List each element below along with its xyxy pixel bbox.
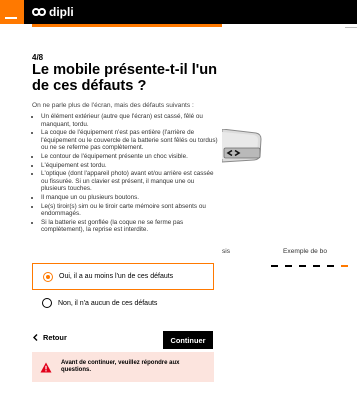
defects-list: Un élément extérieur (autre que l'écran)… bbox=[32, 113, 218, 235]
carousel-caption-next: Exemple de bo bbox=[283, 248, 327, 255]
top-bar: dipli bbox=[0, 0, 357, 24]
warning-icon bbox=[40, 362, 52, 372]
orange-logo[interactable] bbox=[0, 0, 24, 24]
list-item: La coque de l'équipement n'est pas entiè… bbox=[41, 129, 218, 152]
progress-bar bbox=[32, 24, 222, 27]
list-item: Si la batterie est gonflée (la coque ne … bbox=[41, 219, 218, 234]
question-intro: On ne parle plus de l'écran, mais des dé… bbox=[32, 102, 194, 109]
back-button-label: Retour bbox=[43, 333, 67, 342]
carousel-dot[interactable] bbox=[313, 265, 320, 267]
page-title: Le mobile présente-t-il l'un de ces défa… bbox=[32, 62, 218, 94]
alert-message: Avant de continuer, veuillez répondre au… bbox=[61, 360, 180, 373]
device-image bbox=[222, 129, 262, 163]
carousel-border bbox=[345, 27, 357, 28]
option-no-label: Non, il n'a aucun de ces défauts bbox=[58, 299, 158, 307]
dipli-logo[interactable]: dipli bbox=[32, 4, 74, 20]
option-no[interactable]: Non, il n'a aucun de ces défauts bbox=[32, 290, 214, 316]
continue-button[interactable]: Continuer bbox=[163, 331, 213, 349]
carousel-dot[interactable] bbox=[285, 265, 292, 267]
dipli-logo-icon bbox=[32, 8, 46, 16]
list-item: Le(s) tiroir(s) sim ou le tiroir carte m… bbox=[41, 203, 218, 218]
step-counter: 4/8 bbox=[32, 53, 44, 62]
carousel-dot-active[interactable] bbox=[341, 265, 348, 267]
carousel-pagination bbox=[271, 265, 348, 267]
list-item: Il manque un ou plusieurs boutons. bbox=[41, 194, 218, 202]
continue-button-label: Continuer bbox=[170, 335, 206, 345]
carousel-caption-prev: sis bbox=[222, 248, 231, 255]
dipli-brand-text: dipli bbox=[49, 5, 74, 19]
carousel-dot[interactable] bbox=[271, 265, 278, 267]
list-item: L'équipement est tordu. bbox=[41, 162, 218, 170]
radio-yes[interactable] bbox=[43, 271, 53, 282]
carousel-dot[interactable] bbox=[327, 265, 334, 267]
list-item: L'optique (dont l'appareil photo) avant … bbox=[41, 170, 218, 193]
list-item: Un élément extérieur (autre que l'écran)… bbox=[41, 113, 218, 128]
back-button[interactable]: Retour bbox=[33, 333, 67, 342]
chevron-left-icon bbox=[33, 334, 38, 341]
option-yes[interactable]: Oui, il a au moins l'un de ces défauts bbox=[32, 263, 214, 290]
list-item: Le contour de l'équipement présente un c… bbox=[41, 153, 218, 161]
carousel-dot[interactable] bbox=[299, 265, 306, 267]
radio-no[interactable] bbox=[42, 298, 52, 308]
validation-alert: Avant de continuer, veuillez répondre au… bbox=[32, 352, 214, 382]
option-yes-label: Oui, il a au moins l'un de ces défauts bbox=[59, 273, 174, 280]
